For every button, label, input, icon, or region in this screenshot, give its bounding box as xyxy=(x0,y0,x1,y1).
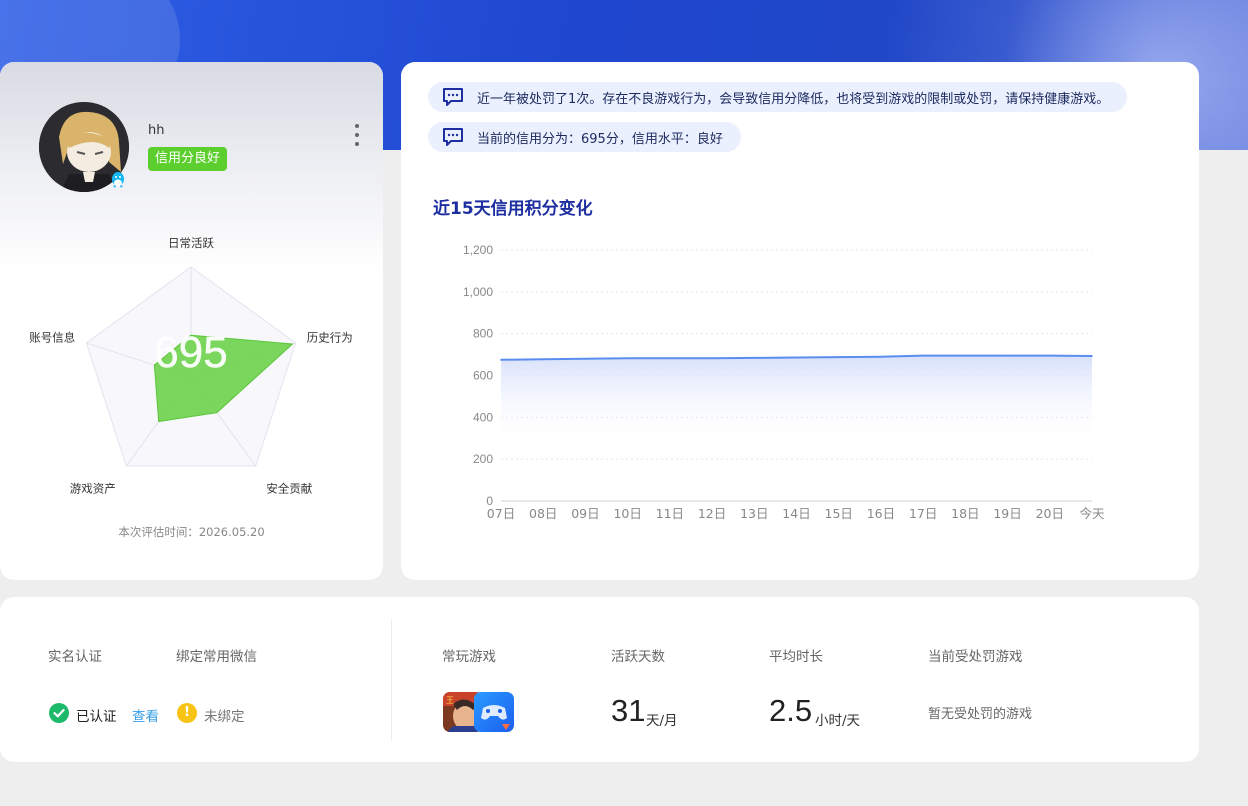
check-icon xyxy=(49,703,69,723)
x-tick-label: 今天 xyxy=(1079,506,1105,521)
x-tick-label: 12日 xyxy=(698,506,726,521)
view-realname-link[interactable]: 查看 xyxy=(132,705,159,725)
x-tick-label: 10日 xyxy=(613,506,641,521)
y-tick-label: 1,200 xyxy=(463,243,493,257)
realname-status: 已认证 xyxy=(76,709,117,725)
punished-games-label: 当前受处罚游戏 xyxy=(928,649,1023,665)
data-point xyxy=(711,357,713,360)
y-tick-label: 800 xyxy=(473,327,493,341)
area-fill xyxy=(501,355,1092,446)
svg-text:王: 王 xyxy=(446,696,454,705)
more-options-icon[interactable] xyxy=(351,124,363,146)
data-point xyxy=(626,357,629,360)
wechat-label: 绑定常用微信 xyxy=(176,649,257,665)
radar-axis-label: 账号信息 xyxy=(29,330,75,344)
y-tick-label: 1,000 xyxy=(463,285,493,299)
x-tick-label: 08日 xyxy=(529,506,557,521)
punished-games-value: 暂无受处罚的游戏 xyxy=(928,707,1033,722)
realname-label: 实名认证 xyxy=(48,649,102,665)
active-days-unit: 天/月 xyxy=(646,713,678,729)
y-tick-label: 600 xyxy=(473,369,493,383)
profile-card: hh 信用分良好 695 日常活跃历史行为安全贡献 游戏资产 账号信息 本次评估时间… xyxy=(0,62,383,580)
account-info-card: 实名认证 绑定常用微信 常玩游戏 活跃天数 平均时长 当前受处罚游戏 已认证 查… xyxy=(0,597,1199,762)
credit-score-value: 695 xyxy=(154,328,227,377)
x-tick-label: 18日 xyxy=(951,506,979,521)
data-point xyxy=(1048,354,1051,357)
x-tick-label: 11日 xyxy=(656,506,684,521)
data-point xyxy=(964,354,967,357)
y-tick-label: 200 xyxy=(473,452,493,466)
data-point xyxy=(542,358,545,360)
credit-radar-chart: 695 日常活跃历史行为安全贡献 游戏资产 账号信息 xyxy=(29,236,353,496)
x-tick-label: 15日 xyxy=(825,506,853,521)
data-point xyxy=(1006,354,1009,357)
data-point xyxy=(584,357,587,360)
avg-time-unit: 小时/天 xyxy=(815,713,861,729)
warning-icon: ! xyxy=(177,703,197,723)
evaluation-time: 本次评估时间：2026.05.20 xyxy=(118,525,265,539)
credit-trend-card: 近一年被处罚了1次。存在不良游戏行为，会导致信用分降低，也将受到游戏的限制或处罚… xyxy=(401,62,1199,580)
data-point xyxy=(669,357,671,360)
data-point xyxy=(1091,355,1093,357)
data-point xyxy=(880,355,882,358)
qq-penguin-icon xyxy=(112,172,124,188)
x-tick-label: 13日 xyxy=(740,506,768,521)
data-point xyxy=(500,359,502,361)
active-days-value: 31 xyxy=(611,693,646,728)
data-point xyxy=(753,357,756,359)
radar-axis-label: 日常活跃 xyxy=(168,236,214,250)
radar-axis-label: 游戏资产 xyxy=(70,482,116,496)
avg-time-value: 2.5 xyxy=(769,693,813,728)
divider xyxy=(391,619,392,741)
data-point xyxy=(837,356,840,358)
username: hh xyxy=(148,123,165,138)
x-tick-label: 20日 xyxy=(1036,506,1064,521)
credit-level-badge: 信用分良好 xyxy=(148,147,228,171)
avg-time-label: 平均时长 xyxy=(769,649,823,665)
data-point xyxy=(795,356,798,359)
x-tick-label: 09日 xyxy=(571,506,599,521)
data-point xyxy=(922,354,924,357)
credit-trend-chart: 02004006008001,0001,200 07日 08日 09日 10日 11日 1… xyxy=(463,243,1105,521)
games-label: 常玩游戏 xyxy=(442,649,496,665)
radar-axis-label: 历史行为 xyxy=(307,330,353,344)
x-tick-label: 17日 xyxy=(909,506,937,521)
active-days-label: 活跃天数 xyxy=(611,649,665,665)
radar-axis-label: 安全贡献 xyxy=(266,482,312,496)
y-tick-label: 400 xyxy=(473,410,493,424)
x-tick-label: 19日 xyxy=(993,506,1021,521)
x-tick-label: 14日 xyxy=(782,506,810,521)
x-tick-label: 16日 xyxy=(867,506,895,521)
game-icon-controller[interactable] xyxy=(474,692,514,732)
x-tick-label: 07日 xyxy=(487,506,515,521)
wechat-status: 未绑定 xyxy=(204,709,245,725)
